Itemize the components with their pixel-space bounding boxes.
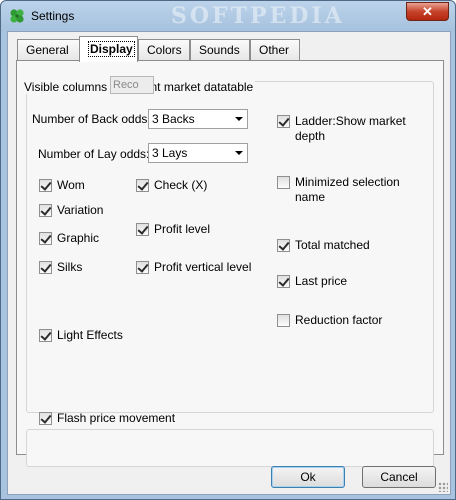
checkbox-reduction-factor[interactable]: Reduction factor	[277, 313, 382, 328]
tab-other[interactable]: Other	[250, 39, 300, 61]
checkbox-profit-level[interactable]: Profit level	[136, 222, 210, 237]
checkbox-box[interactable]	[136, 261, 149, 274]
dialog-client-area: General Display Colors Sounds Other Visi…	[7, 31, 451, 495]
lay-odds-select[interactable]: 3 Lays	[148, 143, 248, 163]
checkbox-label: Flash price movement	[57, 411, 176, 425]
tab-sounds[interactable]: Sounds	[190, 39, 250, 61]
checkbox-box[interactable]	[39, 261, 52, 274]
checkbox-label: Profit level	[154, 222, 211, 236]
checkbox-label: Variation	[57, 203, 104, 217]
tooltip: Reco	[110, 76, 154, 94]
checkbox-label: Graphic	[57, 231, 100, 245]
checkbox-box[interactable]	[39, 329, 52, 342]
resize-grip[interactable]	[438, 482, 448, 492]
tab-display[interactable]: Display	[79, 36, 138, 62]
checkbox-label: Check (X)	[154, 178, 208, 192]
back-odds-select[interactable]: 3 Backs	[148, 109, 248, 129]
checkbox-minimized-selection[interactable]: Minimized selection name	[277, 175, 413, 205]
chevron-down-icon	[235, 151, 243, 155]
checkbox-label: Light Effects	[57, 328, 123, 342]
checkbox-flash-price[interactable]: Flash price movement	[39, 411, 175, 426]
back-odds-value: 3 Backs	[152, 112, 195, 126]
checkbox-label: Minimized selection name	[295, 175, 400, 204]
checkbox-box[interactable]	[39, 412, 52, 425]
lay-odds-value: 3 Lays	[152, 146, 188, 160]
checkbox-box[interactable]	[136, 223, 149, 236]
tab-general[interactable]: General	[17, 39, 80, 61]
checkbox-label: Ladder:Show market depth	[295, 114, 406, 143]
settings-window: Settings SOFTPEDIA ✕ General Display Col…	[0, 0, 456, 500]
close-button[interactable]: ✕	[406, 2, 449, 21]
checkbox-last-price[interactable]: Last price	[277, 274, 347, 289]
checkbox-box[interactable]	[39, 204, 52, 217]
app-clover-icon	[10, 9, 24, 23]
checkbox-light-effects[interactable]: Light Effects	[39, 328, 123, 343]
checkbox-check-x[interactable]: Check (X)	[136, 178, 207, 193]
watermark: SOFTPEDIA	[171, 3, 345, 29]
checkbox-label: Total matched	[295, 238, 370, 252]
chevron-down-icon	[235, 117, 243, 121]
lay-odds-label: Number of Lay odds:	[38, 147, 150, 161]
tab-colors[interactable]: Colors	[138, 39, 190, 61]
checkbox-label: Wom	[57, 178, 85, 192]
checkbox-box[interactable]	[277, 314, 290, 327]
checkbox-ladder-depth[interactable]: Ladder:Show market depth	[277, 114, 413, 144]
checkbox-label: Last price	[295, 274, 348, 288]
flash-group	[26, 429, 434, 467]
checkbox-box[interactable]	[277, 115, 290, 128]
checkbox-profit-vertical-level[interactable]: Profit vertical level	[136, 260, 251, 275]
checkbox-wom[interactable]: Wom	[39, 178, 85, 193]
checkbox-label: Profit vertical level	[154, 260, 252, 274]
checkbox-variation[interactable]: Variation	[39, 203, 103, 218]
checkbox-box[interactable]	[277, 176, 290, 189]
cancel-button[interactable]: Cancel	[362, 466, 436, 488]
checkbox-label: Silks	[57, 260, 83, 274]
back-odds-label: Number of Back odds:	[32, 112, 151, 126]
close-icon: ✕	[422, 4, 433, 19]
ok-button[interactable]: Ok	[271, 466, 345, 488]
checkbox-box[interactable]	[277, 275, 290, 288]
checkbox-graphic[interactable]: Graphic	[39, 231, 99, 246]
checkbox-silks[interactable]: Silks	[39, 260, 82, 275]
window-title: Settings	[31, 9, 75, 23]
checkbox-total-matched[interactable]: Total matched	[277, 238, 370, 253]
checkbox-label: Reduction factor	[295, 313, 383, 327]
checkbox-box[interactable]	[136, 179, 149, 192]
checkbox-box[interactable]	[39, 232, 52, 245]
checkbox-box[interactable]	[39, 179, 52, 192]
checkbox-box[interactable]	[277, 239, 290, 252]
title-bar[interactable]: Settings SOFTPEDIA ✕	[1, 1, 455, 31]
